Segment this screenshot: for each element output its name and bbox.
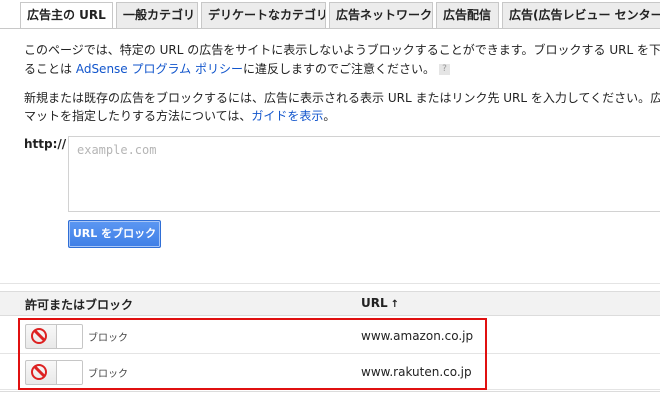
no-entry-icon [31, 328, 47, 344]
instructions-line-1: 新規または既存の広告をブロックするには、広告に表示される表示 URL またはリン… [24, 91, 660, 105]
tab-sensitive-categories[interactable]: デリケートなカテゴリ [201, 2, 326, 28]
tab-bar: 広告主の URL 一般カテゴリ デリケートなカテゴリ 広告ネットワーク 広告配信… [0, 0, 660, 29]
column-header-url[interactable]: URL ↑ [361, 296, 399, 310]
tab-ad-review-center[interactable]: 広告(広告レビュー センター [502, 2, 660, 28]
row-status-label: ブロック [88, 333, 128, 344]
block-url-button[interactable]: URL をブロック [68, 220, 161, 248]
view-guide-link[interactable]: ガイドを表示 [251, 109, 323, 123]
toggle-knob [56, 361, 82, 384]
tab-ad-networks[interactable]: 広告ネットワーク [329, 2, 433, 28]
instructions-line-2: マットを指定したりする方法については、ガイドを表示。 [24, 107, 660, 126]
intro-line-2-suffix: に違反しますのでご注意ください。 [242, 62, 435, 76]
intro-line-2: ることは AdSense プログラム ポリシーに違反しますのでご注意ください。? [24, 60, 660, 79]
row-status-label: ブロック [88, 369, 128, 380]
column-header-url-label: URL [361, 296, 388, 310]
table-row: ブロック www.rakuten.co.jp [0, 355, 660, 390]
block-toggle[interactable] [25, 360, 83, 385]
instructions-line-2-prefix: マットを指定したりする方法については、 [24, 109, 252, 123]
instructions-line-2-suffix: 。 [323, 109, 336, 123]
tab-ad-serving[interactable]: 広告配信 [436, 2, 499, 28]
tab-advertiser-urls[interactable]: 広告主の URL [20, 2, 113, 28]
table-bottom-border [0, 391, 660, 392]
row-url: www.rakuten.co.jp [361, 365, 472, 379]
block-toggle[interactable] [25, 324, 83, 349]
no-entry-icon [31, 364, 47, 380]
help-icon[interactable]: ? [438, 64, 450, 75]
section-divider [0, 283, 660, 284]
adsense-policy-link[interactable]: AdSense プログラム ポリシー [76, 62, 243, 76]
intro-line-1: このページでは、特定の URL の広告をサイトに表示しないようブロックすることが… [24, 43, 660, 57]
table-header: 許可またはブロック URL ↑ [0, 291, 660, 316]
tab-general-categories[interactable]: 一般カテゴリ [116, 2, 198, 28]
table-row: ブロック www.amazon.co.jp [0, 319, 660, 354]
arrow-up-icon: ↑ [390, 299, 400, 310]
url-input[interactable] [68, 136, 660, 212]
http-prefix-label: http:// [24, 137, 67, 151]
intro-line-2-prefix: ることは [24, 62, 76, 76]
row-url: www.amazon.co.jp [361, 329, 474, 343]
column-header-allow-block: 許可またはブロック [25, 298, 134, 312]
toggle-knob [56, 325, 82, 348]
